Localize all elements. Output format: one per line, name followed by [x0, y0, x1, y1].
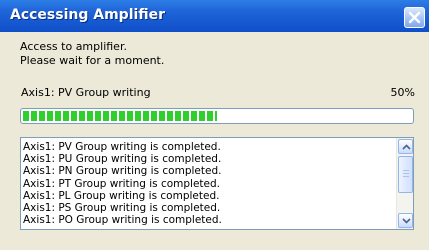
progress-status-label: Axis1: PV Group writing: [21, 86, 151, 99]
log-lines: Axis1: PV Group writing is completed. Axi…: [23, 141, 389, 226]
log-line: Axis1: PL Group writing is completed.: [23, 189, 220, 202]
log-line: Axis1: PS Group writing is completed.: [23, 202, 221, 215]
scroll-down-button[interactable]: [398, 213, 413, 228]
message-line-1: Access to amplifier.: [20, 40, 127, 53]
progress-percent-label: 50%: [390, 86, 415, 99]
chevron-down-icon: [402, 218, 411, 224]
chevron-up-icon: [402, 144, 411, 150]
scroll-up-button[interactable]: [398, 139, 413, 154]
log-scrollbar[interactable]: [396, 138, 413, 229]
accessing-amplifier-dialog: Accessing Amplifier Access to amplifier.…: [0, 0, 429, 250]
progress-bar-fill: [23, 111, 217, 121]
window-title: Accessing Amplifier: [10, 7, 166, 23]
log-line: Axis1: PU Group writing is completed.: [23, 153, 222, 166]
message-line-2: Please wait for a moment.: [20, 54, 165, 67]
log-line: Axis1: PT Group writing is completed.: [23, 177, 221, 190]
log-listbox[interactable]: Axis1: PV Group writing is completed. Axi…: [20, 137, 414, 230]
close-button[interactable]: [404, 7, 425, 28]
progress-bar: [20, 108, 414, 124]
log-line: Axis1: PN Group writing is completed.: [23, 165, 222, 178]
title-bar[interactable]: Accessing Amplifier: [0, 0, 429, 32]
close-icon: [408, 11, 421, 24]
log-line: Axis1: PV Group writing is completed.: [23, 141, 221, 153]
scroll-grip: [403, 170, 409, 179]
log-line: Axis1: PO Group writing is completed.: [23, 214, 222, 227]
scroll-thumb[interactable]: [398, 156, 413, 193]
